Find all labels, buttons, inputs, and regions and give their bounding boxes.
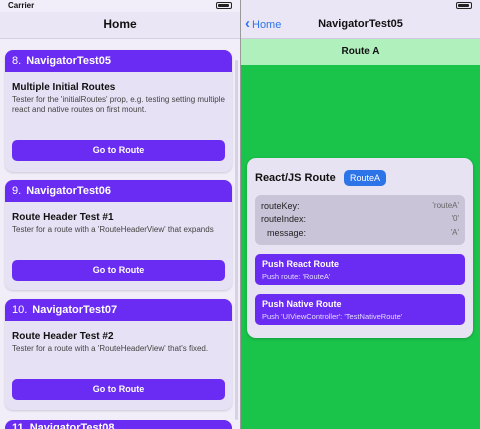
card-name: NavigatorTest06 (26, 185, 111, 197)
route-props-box: routeKey: 'routeA' routeIndex: '0' messa… (255, 195, 465, 245)
partial-test-card[interactable]: 11. NavigatorTest08 (5, 420, 232, 429)
card-title: React/JS Route (255, 172, 336, 184)
prop-value: 'A' (450, 228, 459, 237)
go-to-route-button[interactable]: Go to Route (12, 140, 225, 161)
button-subtitle: Push route: 'RouteA' (262, 272, 331, 281)
card-name: NavigatorTest07 (32, 304, 118, 316)
nav-title: Home (103, 17, 137, 31)
prop-value: '0' (451, 214, 459, 223)
test-card-navigatortest05: 8. NavigatorTest05 Multiple Initial Rout… (5, 50, 232, 172)
route-screen: ‹ Home NavigatorTest05 Route A React/JS R… (241, 0, 480, 429)
card-title: Multiple Initial Routes (12, 82, 116, 93)
push-react-route-button[interactable]: Push React Route Push route: 'RouteA' (255, 254, 465, 285)
prop-row: message: 'A' (267, 228, 459, 241)
home-nav-bar: Home (0, 12, 240, 39)
status-bar (241, 0, 480, 12)
button-subtitle: Push 'UIViewController': 'TestNativeRout… (262, 312, 403, 321)
go-to-route-button[interactable]: Go to Route (12, 260, 225, 281)
button-title: Push React Route (262, 259, 340, 269)
prop-key: routeIndex: (261, 214, 307, 224)
prop-value: 'routeA' (432, 201, 459, 210)
card-number: 8. (12, 55, 22, 67)
card-header: 8. NavigatorTest05 (5, 50, 232, 72)
prop-key: message: (267, 228, 307, 238)
battery-icon (216, 2, 232, 9)
card-name: NavigatorTest05 (26, 55, 111, 67)
go-to-route-button[interactable]: Go to Route (12, 379, 225, 400)
card-header: 10. NavigatorTest07 (5, 299, 232, 321)
card-title: Route Header Test #2 (12, 331, 114, 342)
route-header: Route A (241, 39, 480, 65)
button-title: Push Native Route (262, 299, 342, 309)
route-badge: RouteA (344, 170, 387, 186)
prop-row: routeIndex: '0' (261, 214, 459, 227)
card-header: 9. NavigatorTest06 (5, 180, 232, 202)
home-screen: Carrier Home 8. NavigatorTest05 Multiple… (0, 0, 240, 429)
card-number: 9. (12, 185, 22, 197)
test-card-navigatortest07: 10. NavigatorTest07 Route Header Test #2… (5, 299, 232, 410)
route-info-card: React/JS Route RouteA routeKey: 'routeA'… (247, 158, 473, 338)
carrier-label: Carrier (8, 1, 35, 10)
route-nav-bar: ‹ Home NavigatorTest05 (241, 12, 480, 39)
scrollbar[interactable] (235, 60, 238, 420)
prop-row: routeKey: 'routeA' (261, 201, 459, 214)
prop-key: routeKey: (261, 201, 300, 211)
battery-icon (456, 2, 472, 9)
card-title: Route Header Test #1 (12, 212, 114, 223)
card-number: 10. (12, 304, 28, 316)
test-card-navigatortest06: 9. NavigatorTest06 Route Header Test #1 … (5, 180, 232, 290)
nav-title: NavigatorTest05 (318, 18, 403, 30)
route-header-title: Route A (341, 46, 380, 57)
card-description: Tester for a route with a 'RouteHeaderVi… (12, 225, 214, 234)
card-description: Tester for a route with a 'RouteHeaderVi… (12, 344, 209, 353)
card-description: Tester for the 'initialRoutes' prop, e.g… (12, 95, 225, 114)
status-bar: Carrier (0, 0, 240, 12)
push-native-route-button[interactable]: Push Native Route Push 'UIViewController… (255, 294, 465, 325)
